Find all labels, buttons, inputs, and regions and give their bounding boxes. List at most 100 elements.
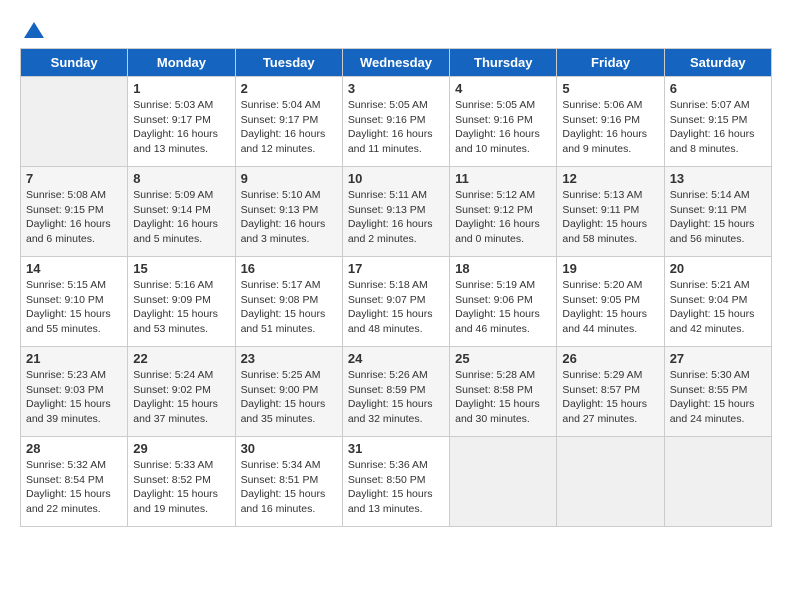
day-header-saturday: Saturday bbox=[664, 49, 771, 77]
day-info: Sunrise: 5:26 AMSunset: 8:59 PMDaylight:… bbox=[348, 369, 433, 425]
day-number: 30 bbox=[241, 441, 337, 456]
day-info: Sunrise: 5:19 AMSunset: 9:06 PMDaylight:… bbox=[455, 279, 540, 335]
calendar-cell: 24Sunrise: 5:26 AMSunset: 8:59 PMDayligh… bbox=[342, 347, 449, 437]
day-number: 28 bbox=[26, 441, 122, 456]
day-number: 1 bbox=[133, 81, 229, 96]
calendar-cell: 31 Sunrise: 5:36 AMSunset: 8:50 PMDayligh… bbox=[342, 437, 449, 527]
calendar-cell: 29 Sunrise: 5:33 AMSunset: 8:52 PMDayligh… bbox=[128, 437, 235, 527]
day-number: 23 bbox=[241, 351, 337, 366]
day-number: 9 bbox=[241, 171, 337, 186]
calendar-cell: 28Sunrise: 5:32 AMSunset: 8:54 PMDayligh… bbox=[21, 437, 128, 527]
calendar-cell: 26Sunrise: 5:29 AMSunset: 8:57 PMDayligh… bbox=[557, 347, 664, 437]
day-number: 20 bbox=[670, 261, 766, 276]
day-number: 12 bbox=[562, 171, 658, 186]
day-header-thursday: Thursday bbox=[450, 49, 557, 77]
calendar-cell: 12 Sunrise: 5:13 AMSunset: 9:11 PMDayligh… bbox=[557, 167, 664, 257]
day-info: Sunrise: 5:20 AMSunset: 9:05 PMDaylight:… bbox=[562, 279, 647, 335]
calendar-cell: 19 Sunrise: 5:20 AMSunset: 9:05 PMDayligh… bbox=[557, 257, 664, 347]
day-info: Sunrise: 5:36 AMSunset: 8:50 PMDaylight:… bbox=[348, 459, 433, 515]
calendar-cell: 22Sunrise: 5:24 AMSunset: 9:02 PMDayligh… bbox=[128, 347, 235, 437]
calendar-cell: 18 Sunrise: 5:19 AMSunset: 9:06 PMDayligh… bbox=[450, 257, 557, 347]
calendar-cell: 3 Sunrise: 5:05 AMSunset: 9:16 PMDaylight… bbox=[342, 77, 449, 167]
calendar-cell: 15Sunrise: 5:16 AMSunset: 9:09 PMDayligh… bbox=[128, 257, 235, 347]
day-info: Sunrise: 5:34 AMSunset: 8:51 PMDaylight:… bbox=[241, 459, 326, 515]
calendar-cell bbox=[450, 437, 557, 527]
day-number: 14 bbox=[26, 261, 122, 276]
day-number: 26 bbox=[562, 351, 658, 366]
day-info: Sunrise: 5:05 AMSunset: 9:16 PMDaylight:… bbox=[455, 99, 540, 155]
day-info: Sunrise: 5:17 AMSunset: 9:08 PMDaylight:… bbox=[241, 279, 326, 335]
logo-icon bbox=[22, 20, 46, 40]
day-header-sunday: Sunday bbox=[21, 49, 128, 77]
calendar-cell: 16 Sunrise: 5:17 AMSunset: 9:08 PMDayligh… bbox=[235, 257, 342, 347]
day-info: Sunrise: 5:12 AMSunset: 9:12 PMDaylight:… bbox=[455, 189, 540, 245]
day-number: 22 bbox=[133, 351, 229, 366]
calendar-cell: 21Sunrise: 5:23 AMSunset: 9:03 PMDayligh… bbox=[21, 347, 128, 437]
week-row-4: 21Sunrise: 5:23 AMSunset: 9:03 PMDayligh… bbox=[21, 347, 772, 437]
day-info: Sunrise: 5:08 AMSunset: 9:15 PMDaylight:… bbox=[26, 189, 111, 245]
calendar-table: SundayMondayTuesdayWednesdayThursdayFrid… bbox=[20, 48, 772, 527]
day-info: Sunrise: 5:04 AMSunset: 9:17 PMDaylight:… bbox=[241, 99, 326, 155]
calendar-cell: 1 Sunrise: 5:03 AMSunset: 9:17 PMDaylight… bbox=[128, 77, 235, 167]
day-number: 25 bbox=[455, 351, 551, 366]
day-number: 8 bbox=[133, 171, 229, 186]
day-number: 17 bbox=[348, 261, 444, 276]
day-info: Sunrise: 5:06 AMSunset: 9:16 PMDaylight:… bbox=[562, 99, 647, 155]
day-info: Sunrise: 5:33 AMSunset: 8:52 PMDaylight:… bbox=[133, 459, 218, 515]
day-info: Sunrise: 5:10 AMSunset: 9:13 PMDaylight:… bbox=[241, 189, 326, 245]
day-info: Sunrise: 5:21 AMSunset: 9:04 PMDaylight:… bbox=[670, 279, 755, 335]
logo bbox=[20, 20, 46, 40]
day-number: 27 bbox=[670, 351, 766, 366]
day-info: Sunrise: 5:03 AMSunset: 9:17 PMDaylight:… bbox=[133, 99, 218, 155]
week-row-3: 14 Sunrise: 5:15 AMSunset: 9:10 PMDayligh… bbox=[21, 257, 772, 347]
day-number: 6 bbox=[670, 81, 766, 96]
calendar-cell bbox=[21, 77, 128, 167]
day-number: 4 bbox=[455, 81, 551, 96]
day-info: Sunrise: 5:28 AMSunset: 8:58 PMDaylight:… bbox=[455, 369, 540, 425]
day-info: Sunrise: 5:09 AMSunset: 9:14 PMDaylight:… bbox=[133, 189, 218, 245]
day-info: Sunrise: 5:30 AMSunset: 8:55 PMDaylight:… bbox=[670, 369, 755, 425]
day-info: Sunrise: 5:14 AMSunset: 9:11 PMDaylight:… bbox=[670, 189, 755, 245]
day-info: Sunrise: 5:07 AMSunset: 9:15 PMDaylight:… bbox=[670, 99, 755, 155]
day-number: 2 bbox=[241, 81, 337, 96]
calendar-cell: 4 Sunrise: 5:05 AMSunset: 9:16 PMDaylight… bbox=[450, 77, 557, 167]
day-info: Sunrise: 5:11 AMSunset: 9:13 PMDaylight:… bbox=[348, 189, 433, 245]
calendar-cell: 25 Sunrise: 5:28 AMSunset: 8:58 PMDayligh… bbox=[450, 347, 557, 437]
day-number: 31 bbox=[348, 441, 444, 456]
calendar-cell: 23Sunrise: 5:25 AMSunset: 9:00 PMDayligh… bbox=[235, 347, 342, 437]
week-row-2: 7Sunrise: 5:08 AMSunset: 9:15 PMDaylight… bbox=[21, 167, 772, 257]
calendar-cell: 14 Sunrise: 5:15 AMSunset: 9:10 PMDayligh… bbox=[21, 257, 128, 347]
calendar-cell: 13Sunrise: 5:14 AMSunset: 9:11 PMDayligh… bbox=[664, 167, 771, 257]
calendar-cell: 20 Sunrise: 5:21 AMSunset: 9:04 PMDayligh… bbox=[664, 257, 771, 347]
header-area bbox=[20, 20, 772, 40]
day-header-wednesday: Wednesday bbox=[342, 49, 449, 77]
day-info: Sunrise: 5:13 AMSunset: 9:11 PMDaylight:… bbox=[562, 189, 647, 245]
day-info: Sunrise: 5:16 AMSunset: 9:09 PMDaylight:… bbox=[133, 279, 218, 335]
day-header-tuesday: Tuesday bbox=[235, 49, 342, 77]
day-number: 29 bbox=[133, 441, 229, 456]
day-info: Sunrise: 5:15 AMSunset: 9:10 PMDaylight:… bbox=[26, 279, 111, 335]
day-number: 18 bbox=[455, 261, 551, 276]
calendar-cell: 2 Sunrise: 5:04 AMSunset: 9:17 PMDaylight… bbox=[235, 77, 342, 167]
day-number: 21 bbox=[26, 351, 122, 366]
calendar-cell: 11 Sunrise: 5:12 AMSunset: 9:12 PMDayligh… bbox=[450, 167, 557, 257]
calendar-cell: 17 Sunrise: 5:18 AMSunset: 9:07 PMDayligh… bbox=[342, 257, 449, 347]
day-number: 5 bbox=[562, 81, 658, 96]
calendar-cell: 7Sunrise: 5:08 AMSunset: 9:15 PMDaylight… bbox=[21, 167, 128, 257]
day-number: 16 bbox=[241, 261, 337, 276]
week-row-1: 1 Sunrise: 5:03 AMSunset: 9:17 PMDaylight… bbox=[21, 77, 772, 167]
calendar-cell: 6 Sunrise: 5:07 AMSunset: 9:15 PMDaylight… bbox=[664, 77, 771, 167]
week-row-5: 28Sunrise: 5:32 AMSunset: 8:54 PMDayligh… bbox=[21, 437, 772, 527]
day-info: Sunrise: 5:18 AMSunset: 9:07 PMDaylight:… bbox=[348, 279, 433, 335]
day-header-monday: Monday bbox=[128, 49, 235, 77]
header-row: SundayMondayTuesdayWednesdayThursdayFrid… bbox=[21, 49, 772, 77]
day-info: Sunrise: 5:05 AMSunset: 9:16 PMDaylight:… bbox=[348, 99, 433, 155]
day-number: 19 bbox=[562, 261, 658, 276]
day-number: 3 bbox=[348, 81, 444, 96]
calendar-cell: 30 Sunrise: 5:34 AMSunset: 8:51 PMDayligh… bbox=[235, 437, 342, 527]
calendar-cell bbox=[664, 437, 771, 527]
calendar-cell: 8 Sunrise: 5:09 AMSunset: 9:14 PMDaylight… bbox=[128, 167, 235, 257]
calendar-cell: 10Sunrise: 5:11 AMSunset: 9:13 PMDayligh… bbox=[342, 167, 449, 257]
calendar-cell bbox=[557, 437, 664, 527]
day-number: 11 bbox=[455, 171, 551, 186]
